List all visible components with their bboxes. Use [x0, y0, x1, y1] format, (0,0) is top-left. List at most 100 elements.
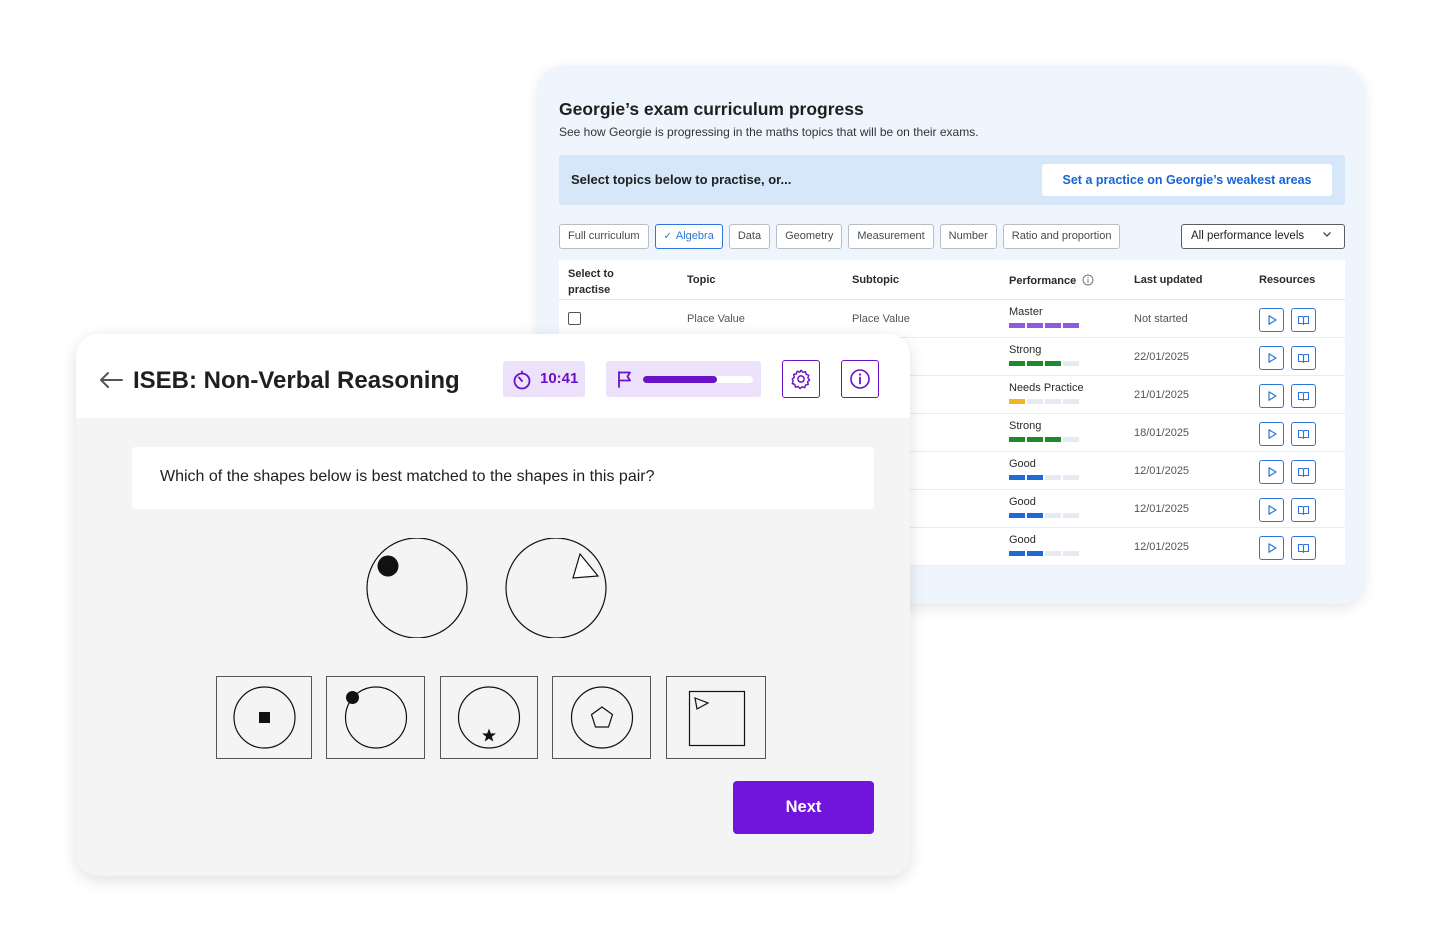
settings-button[interactable] — [782, 360, 820, 398]
practice-weakest-areas-button[interactable]: Set a practice on Georgie’s weakest area… — [1042, 164, 1332, 196]
play-icon — [1267, 505, 1277, 515]
play-icon — [1267, 315, 1277, 325]
filter-geometry[interactable]: Geometry — [776, 224, 843, 249]
performance-bars — [1009, 475, 1079, 480]
answer-option-3[interactable] — [440, 676, 538, 759]
performance-bar-segment — [1063, 551, 1079, 556]
subtopic-cell: Place Value — [852, 313, 910, 325]
table-row: Place Value Place Value Master Not started — [559, 300, 1345, 338]
play-video-button[interactable] — [1259, 498, 1284, 522]
last-updated-cell: 12/01/2025 — [1134, 541, 1190, 553]
flag-progress — [606, 361, 761, 397]
performance-label: Good — [1009, 496, 1036, 508]
next-button[interactable]: Next — [733, 781, 874, 834]
performance-label: Strong — [1009, 344, 1042, 356]
back-arrow-icon[interactable] — [98, 370, 124, 390]
answer-option-4[interactable] — [552, 676, 651, 759]
column-resources: Resources — [1259, 274, 1316, 286]
info-button[interactable] — [841, 360, 879, 398]
circle-pentagon-shape — [570, 686, 634, 749]
play-video-button[interactable] — [1259, 422, 1284, 446]
open-book-button[interactable] — [1291, 346, 1316, 370]
performance-level-select[interactable]: All performance levels — [1181, 224, 1345, 249]
book-icon — [1297, 315, 1310, 326]
play-video-button[interactable] — [1259, 384, 1284, 408]
performance-bar-segment — [1027, 399, 1043, 404]
performance-bar-segment — [1009, 437, 1025, 442]
last-updated-cell: Not started — [1134, 313, 1188, 325]
performance-bar-segment — [1027, 361, 1043, 366]
performance-bar-segment — [1045, 513, 1061, 518]
performance-bar-segment — [1027, 437, 1043, 442]
play-icon — [1267, 353, 1277, 363]
play-icon — [1267, 543, 1277, 553]
performance-bar-segment — [1045, 361, 1061, 366]
filter-full-curriculum[interactable]: Full curriculum — [559, 224, 649, 249]
topic-cell: Place Value — [687, 313, 745, 325]
table-header: Select to practise Topic Subtopic Perfor… — [559, 260, 1345, 300]
open-book-button[interactable] — [1291, 422, 1316, 446]
book-icon — [1297, 505, 1310, 516]
check-icon: ✓ — [663, 231, 672, 242]
select-checkbox[interactable] — [568, 312, 581, 325]
open-book-button[interactable] — [1291, 536, 1316, 560]
performance-label: Good — [1009, 534, 1036, 546]
progress-title: Georgie’s exam curriculum progress — [559, 99, 864, 119]
last-updated-cell: 21/01/2025 — [1134, 389, 1190, 401]
gear-icon — [791, 369, 811, 390]
filter-algebra[interactable]: ✓ Algebra — [654, 224, 723, 249]
performance-label: Needs Practice — [1009, 382, 1084, 394]
filter-measurement[interactable]: Measurement — [848, 224, 934, 249]
open-book-button[interactable] — [1291, 384, 1316, 408]
circle-square-shape — [233, 686, 296, 749]
performance-bar-segment — [1009, 361, 1025, 366]
column-subtopic: Subtopic — [852, 274, 900, 286]
filter-number[interactable]: Number — [939, 224, 997, 249]
performance-bar-segment — [1045, 437, 1061, 442]
performance-bar-segment — [1063, 323, 1079, 328]
book-icon — [1297, 467, 1310, 478]
play-video-button[interactable] — [1259, 308, 1284, 332]
pair-shape-circle-triangle — [505, 538, 607, 638]
info-icon[interactable] — [1082, 274, 1094, 286]
last-updated-cell: 12/01/2025 — [1134, 503, 1190, 515]
last-updated-cell: 22/01/2025 — [1134, 351, 1190, 363]
open-book-button[interactable] — [1291, 498, 1316, 522]
timer-icon — [513, 370, 531, 390]
performance-bar-segment — [1045, 551, 1061, 556]
performance-label: Master — [1009, 306, 1043, 318]
answer-option-5[interactable] — [666, 676, 766, 759]
open-book-button[interactable] — [1291, 460, 1316, 484]
flag-icon[interactable] — [616, 370, 634, 388]
answer-option-2[interactable] — [326, 676, 425, 759]
chevron-down-icon — [1322, 225, 1332, 248]
progress-bar — [643, 376, 753, 383]
column-performance: Performance — [1009, 274, 1094, 287]
last-updated-cell: 18/01/2025 — [1134, 427, 1190, 439]
performance-bar-segment — [1045, 323, 1061, 328]
performance-bar-segment — [1027, 323, 1043, 328]
play-icon — [1267, 391, 1277, 401]
open-book-button[interactable] — [1291, 308, 1316, 332]
filter-data[interactable]: Data — [728, 224, 771, 249]
performance-bar-segment — [1045, 475, 1061, 480]
performance-bar-segment — [1063, 475, 1079, 480]
page-title: ISEB: Non-Verbal Reasoning — [133, 367, 460, 394]
answer-option-1[interactable] — [216, 676, 312, 759]
square-triangle-shape — [688, 690, 746, 747]
performance-label: Good — [1009, 458, 1036, 470]
performance-bars — [1009, 513, 1079, 518]
performance-bar-segment — [1063, 361, 1079, 366]
filter-ratio-and-proportion[interactable]: Ratio and proportion — [1002, 224, 1121, 249]
performance-label: Strong — [1009, 420, 1042, 432]
book-icon — [1297, 391, 1310, 402]
pair-shape-circle-dot — [366, 538, 468, 638]
play-video-button[interactable] — [1259, 536, 1284, 560]
play-video-button[interactable] — [1259, 460, 1284, 484]
performance-bars — [1009, 551, 1079, 556]
performance-bar-segment — [1045, 399, 1061, 404]
play-video-button[interactable] — [1259, 346, 1284, 370]
question-box: Which of the shapes below is best matche… — [132, 447, 874, 509]
column-topic: Topic — [687, 274, 716, 286]
performance-bar-segment — [1027, 475, 1043, 480]
